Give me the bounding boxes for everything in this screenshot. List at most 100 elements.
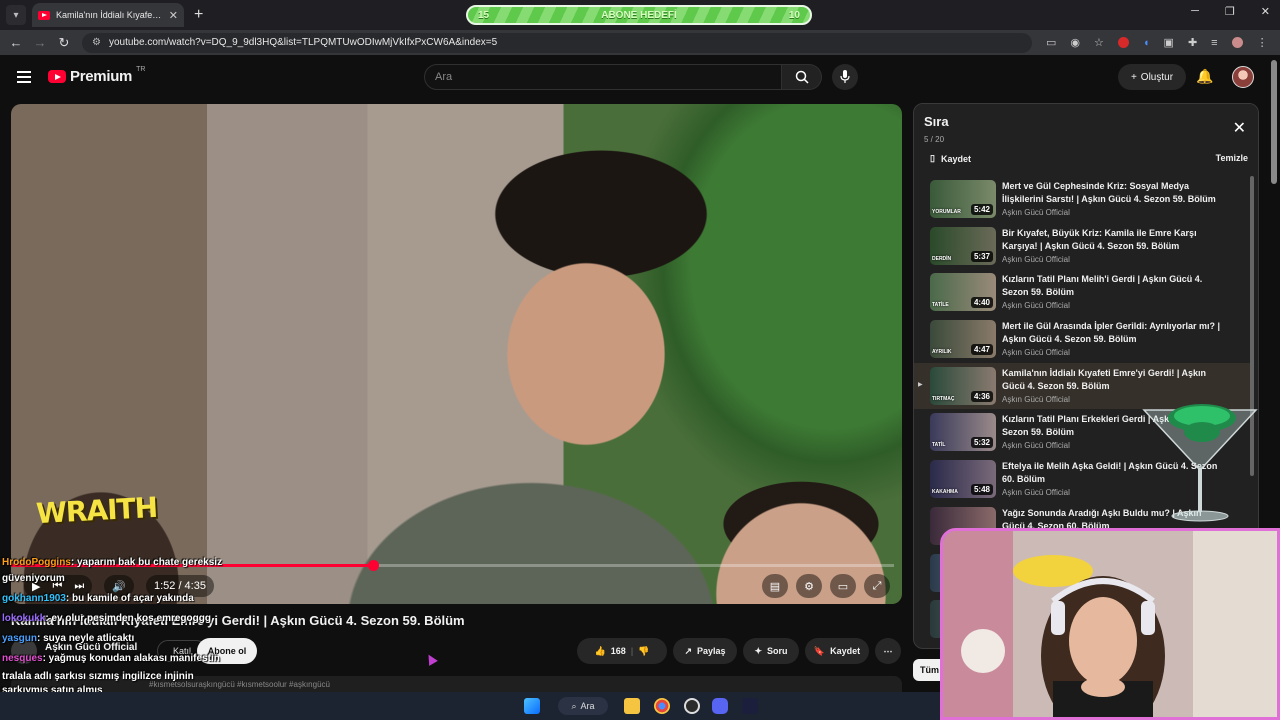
chat-text: güveniyorum [2, 573, 65, 584]
extension-audio-icon[interactable]: ◖ [1143, 37, 1150, 49]
window-close-icon[interactable]: ✕ [1261, 5, 1270, 18]
url-text: youtube.com/watch?v=DQ_9_9dl3HQ&list=TLP… [108, 37, 498, 48]
settings-gear-icon[interactable]: ⚙ [796, 574, 822, 598]
chat-message: güveniyorum [2, 572, 65, 585]
user-avatar[interactable] [1232, 66, 1254, 88]
back-icon[interactable]: ← [4, 35, 28, 50]
video-player[interactable] [11, 104, 902, 604]
search-icon[interactable] [782, 64, 822, 90]
playlist-thumbnail[interactable]: DERDİN 5:37 [930, 226, 996, 265]
chat-text: : yağmuş konudan alakası manifestin [42, 653, 220, 664]
discord-icon[interactable] [712, 698, 728, 714]
next-icon[interactable]: ⏭ [74, 580, 84, 593]
playlist-thumbnail[interactable]: TIRTMAÇ 4:36 [930, 366, 996, 405]
webcam-overlay [940, 528, 1280, 720]
playlist-thumbnail[interactable]: TATİLE 4:40 [930, 273, 996, 312]
playlist-video-title[interactable]: Bir Kıyafet, Büyük Kriz: Kamila ile Emre… [1002, 227, 1222, 253]
playlist-thumbnail[interactable]: YORUMLAR 5:42 [930, 180, 996, 218]
new-tab-icon[interactable]: + [194, 6, 203, 24]
playlist-video-title[interactable]: Mert ile Gül Arasında İpler Gerildi: Ayr… [1002, 320, 1222, 346]
youtube-header: Premium TR Ara + Oluştur 🔔 [0, 55, 1280, 100]
forward-icon[interactable]: → [28, 35, 52, 50]
site-info-icon[interactable]: ⚙ [92, 37, 101, 48]
playlist-channel-name: Aşkın Gücü Official [1002, 394, 1070, 404]
playlist-header: Sıra 5 / 20 ✕ ▯ Kaydet Temizle [914, 104, 1258, 176]
page-scrollbar[interactable] [1271, 60, 1277, 184]
fullscreen-icon[interactable]: ⤢ [864, 574, 890, 598]
chat-text: : suya neyle atlicaktı [37, 633, 135, 644]
progress-scrubber[interactable] [368, 560, 380, 571]
like-button[interactable]: 👍 168 [595, 646, 626, 657]
search-icon: ⌕ [571, 700, 577, 711]
playlist-thumbnail[interactable]: TATİL 5:32 [930, 413, 996, 452]
theater-mode-icon[interactable]: ▭ [830, 574, 856, 598]
sparkle-icon: ✦ [754, 645, 763, 656]
file-explorer-icon[interactable] [624, 698, 640, 714]
share-button[interactable]: ↗ Paylaş [673, 638, 737, 664]
cast-icon[interactable]: ▭ [1046, 36, 1056, 49]
create-button[interactable]: + Oluştur [1118, 64, 1186, 90]
taskbar-search[interactable]: ⌕ Ara [558, 697, 608, 715]
minimize-icon[interactable]: ─ [1191, 5, 1199, 18]
ask-button[interactable]: ✦ Soru [743, 638, 799, 664]
profile-icon[interactable] [1231, 37, 1243, 48]
playlist-save-button[interactable]: ▯ Kaydet [930, 153, 971, 164]
youtube-premium-logo[interactable]: Premium TR [48, 66, 145, 85]
wraith-logo-overlay: WRAITH [35, 490, 158, 531]
thumbnail-caption: DERDİN [932, 255, 952, 262]
playlist-clear-button[interactable]: Temizle [1216, 153, 1248, 163]
playlist-item[interactable]: YORUMLAR 5:42 Mert ve Gül Cephesinde Kriz:… [914, 176, 1250, 223]
playlist-thumbnail[interactable]: AYRILIK 4:47 [930, 320, 996, 359]
tab-search-menu-icon[interactable]: ▾ [6, 5, 26, 25]
chrome-icon[interactable] [654, 698, 670, 714]
restore-icon[interactable]: ❐ [1225, 5, 1235, 18]
more-actions-icon[interactable]: ⋯ [875, 638, 901, 664]
playlist-close-icon[interactable]: ✕ [1233, 118, 1246, 138]
thumbnail-caption: YORUMLAR [932, 209, 961, 215]
share-label: Paylaş [697, 646, 726, 656]
playlist-channel-name: Aşkın Gücü Official [1002, 348, 1070, 358]
bookmark-icon: ▯ [930, 153, 935, 163]
menu-hamburger-icon[interactable] [17, 71, 31, 83]
playlist-video-title[interactable]: Mert ve Gül Cephesinde Kriz: Sosyal Medy… [1002, 180, 1222, 206]
chat-username: yasgun [2, 633, 38, 644]
bookmark-icon: 🔖 [813, 645, 826, 656]
playlist-thumbnail[interactable]: KAKAHMA 5:48 [930, 460, 996, 499]
martini-glass-overlay [1142, 404, 1258, 522]
windows-start-icon[interactable] [524, 698, 540, 714]
create-label: Oluştur [1140, 71, 1174, 83]
youtube-logo-icon [48, 70, 66, 83]
extensions-puzzle-icon[interactable]: ✚ [1188, 36, 1197, 49]
video-duration: 5:32 [970, 437, 993, 449]
obs-icon[interactable] [684, 698, 700, 714]
extension-red-icon[interactable] [1117, 37, 1129, 48]
subtitles-icon[interactable]: ▤ [762, 574, 788, 598]
reading-list-icon[interactable]: ≡ [1211, 37, 1217, 49]
playlist-video-title[interactable]: Kamila'nın İddialı Kıyafeti Emre'yi Gerd… [1002, 367, 1222, 393]
playlist-count: 5 / 20 [924, 135, 945, 144]
reload-icon[interactable]: ↻ [52, 35, 76, 51]
playlist-video-title[interactable]: Kızların Tatil Planı Melih'i Gerdi | Aşk… [1002, 273, 1222, 299]
save-button[interactable]: 🔖 Kaydet [805, 638, 869, 664]
playlist-item[interactable]: DERDİN 5:37 Bir Kıyafet, Büyük Kriz: Kamil… [914, 223, 1250, 270]
player-controls-right: ▤ ⚙ ▭ ⤢ [762, 574, 890, 598]
browser-menu-icon[interactable]: ⋮ [1257, 36, 1268, 49]
extension-box-icon[interactable]: ▣ [1164, 36, 1174, 49]
url-field[interactable]: ⚙ youtube.com/watch?v=DQ_9_9dl3HQ&list=T… [82, 32, 1032, 53]
microphone-icon[interactable] [832, 64, 858, 90]
search-placeholder: Ara [435, 71, 453, 83]
search-input[interactable]: Ara [424, 64, 782, 90]
playlist-item[interactable]: AYRILIK 4:47 Mert ile Gül Arasında İpler G… [914, 316, 1250, 363]
app-w-icon[interactable] [742, 698, 758, 714]
playlist-item[interactable]: TATİLE 4:40 Kızların Tatil Planı Melih'i G… [914, 269, 1250, 316]
notifications-bell-icon[interactable]: 🔔 [1196, 68, 1213, 85]
thumbs-down-icon[interactable]: 👎 [638, 646, 649, 657]
playlist-channel-name: Aşkın Gücü Official [1002, 301, 1070, 311]
eye-off-icon[interactable]: ◉ [1070, 36, 1080, 49]
bookmark-star-icon[interactable]: ☆ [1094, 36, 1104, 49]
thumbnail-caption: TATİL [932, 442, 946, 449]
browser-tab[interactable]: Kamila'nın İddialı Kıyafeti Em... ✕ [32, 3, 184, 27]
volume-icon[interactable]: 🔊 [112, 580, 126, 593]
webcam-scene [943, 531, 1277, 717]
tab-close-icon[interactable]: ✕ [169, 9, 178, 22]
